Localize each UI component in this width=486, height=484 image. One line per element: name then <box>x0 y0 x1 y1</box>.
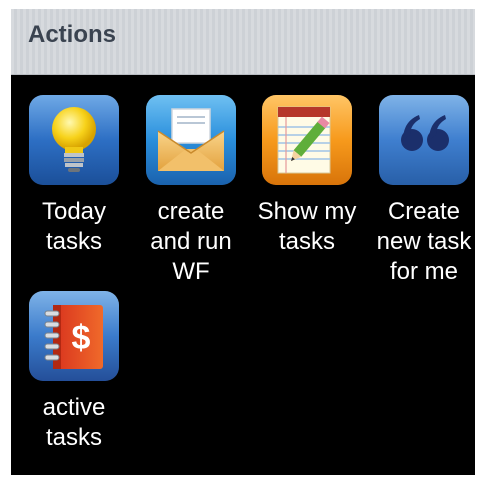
envelope-icon[interactable] <box>146 95 236 185</box>
action-label: Today tasks <box>41 198 107 255</box>
svg-text:$: $ <box>72 319 91 357</box>
notepad-pencil-icon[interactable] <box>262 95 352 185</box>
action-label: active tasks <box>42 394 106 451</box>
quote-icon[interactable] <box>379 95 469 185</box>
panel-header: Actions <box>11 9 475 75</box>
dollar-notebook-icon[interactable]: $ <box>29 291 119 381</box>
action-label: Create new task for me <box>376 198 472 285</box>
action-label: Show my tasks <box>257 198 357 255</box>
panel-title: Actions <box>28 21 117 48</box>
lightbulb-icon[interactable] <box>29 95 119 185</box>
action-label: create and run WF <box>150 198 232 285</box>
actions-panel: Actions Today tasks create and run WF Sh… <box>11 9 475 475</box>
